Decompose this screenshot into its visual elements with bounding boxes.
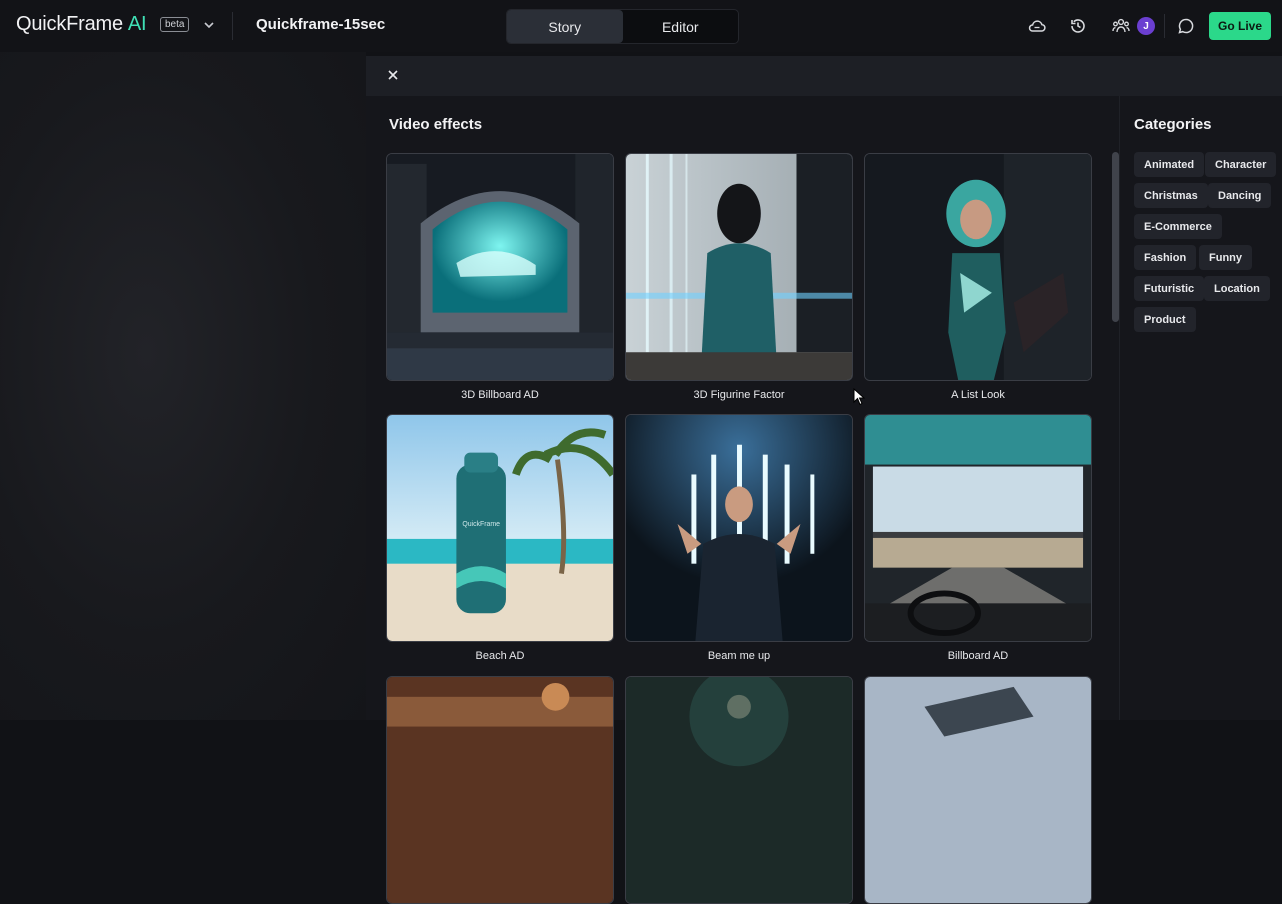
effect-label: Beam me up (707, 650, 771, 662)
effect-thumbnail: QuickFrame (386, 414, 614, 642)
chevron-down-icon[interactable] (202, 18, 216, 32)
close-icon[interactable] (386, 68, 400, 82)
section-title: Video effects (389, 116, 483, 133)
effect-thumbnail (386, 153, 614, 381)
category-chip-funny[interactable]: Funny (1199, 245, 1252, 270)
view-switcher: Story Editor (506, 9, 739, 44)
category-chip-animated[interactable]: Animated (1134, 152, 1205, 177)
tab-editor[interactable]: Editor (623, 10, 739, 43)
divider (1164, 14, 1165, 38)
effect-label: 3D Figurine Factor (693, 389, 785, 401)
app-logo[interactable]: QuickFrame AI (16, 13, 147, 36)
category-chip-fashion[interactable]: Fashion (1134, 245, 1197, 270)
bottle-brand-text: QuickFrame (462, 521, 500, 528)
history-icon[interactable] (1068, 16, 1088, 36)
effect-label: Beach AD (475, 650, 525, 662)
categories-title: Categories (1134, 116, 1212, 133)
chat-icon[interactable] (1176, 16, 1196, 36)
go-live-button[interactable]: Go Live (1209, 12, 1271, 40)
scrollbar[interactable] (1112, 152, 1119, 322)
category-chip-christmas[interactable]: Christmas (1134, 183, 1208, 208)
category-chip-dancing[interactable]: Dancing (1208, 183, 1272, 208)
effect-label: 3D Billboard AD (461, 389, 539, 401)
effect-label: A List Look (951, 389, 1005, 401)
effect-thumbnail (625, 414, 853, 642)
category-chip-e-commerce[interactable]: E-Commerce (1134, 214, 1222, 239)
effect-thumbnail (864, 153, 1092, 381)
project-title[interactable]: Quickframe-15sec (256, 16, 385, 33)
team-icon[interactable] (1111, 16, 1131, 36)
story-canvas (0, 52, 366, 720)
effect-label: Billboard AD (947, 650, 1009, 662)
effect-thumbnail (864, 676, 1092, 904)
top-bar: QuickFrame AI beta Quickframe-15sec Story… (0, 0, 1282, 52)
effect-thumbnail (625, 153, 853, 381)
category-chip-character[interactable]: Character (1205, 152, 1277, 177)
category-chip-location[interactable]: Location (1204, 276, 1270, 301)
category-chip-product[interactable]: Product (1134, 307, 1196, 332)
effect-thumbnail (864, 414, 1092, 642)
beta-badge: beta (160, 17, 190, 32)
divider (1119, 96, 1120, 720)
effect-thumbnail (625, 676, 853, 904)
avatar[interactable]: J (1137, 17, 1155, 35)
mouse-cursor-icon (853, 388, 865, 406)
category-chip-futuristic[interactable]: Futuristic (1134, 276, 1205, 301)
tab-story[interactable]: Story (507, 10, 623, 43)
divider (232, 12, 233, 40)
effect-thumbnail (386, 676, 614, 904)
video-effects-panel: Video effects 3D Billboard AD 3D Figurin… (366, 56, 1282, 904)
cloud-save-icon[interactable] (1027, 16, 1047, 36)
panel-header (366, 56, 1282, 96)
